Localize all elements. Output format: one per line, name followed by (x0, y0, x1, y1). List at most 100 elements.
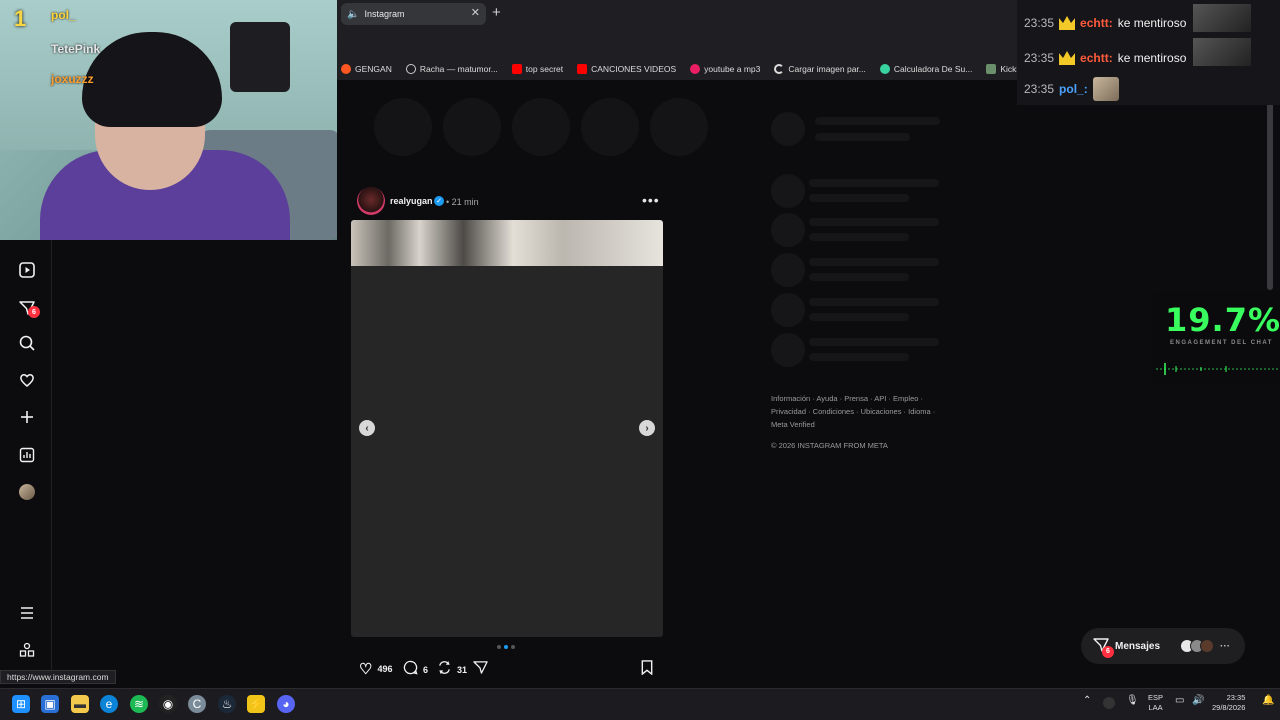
skeleton-line (815, 117, 940, 125)
engagement-waveform (1156, 363, 1278, 375)
more-options-icon[interactable]: ••• (642, 192, 660, 208)
microsoft-store-icon[interactable]: ▣ (41, 695, 59, 713)
repost-action[interactable]: 31 (437, 660, 467, 679)
more-avatars-icon: ··· (1220, 640, 1231, 652)
language-indicator[interactable]: ESP LAA (1148, 693, 1163, 713)
verified-badge-icon: ✓ (434, 196, 444, 206)
bookmark-top-secret[interactable]: top secret (511, 64, 563, 74)
reddit-icon (341, 64, 351, 74)
avatar (19, 484, 35, 500)
new-tab-icon[interactable]: + (492, 4, 501, 21)
skeleton-line (809, 258, 939, 266)
apps-icon[interactable] (17, 640, 37, 660)
bookmarks-bar: GENGAN Racha — matumor... top secret CAN… (337, 58, 1017, 80)
comment-count: 6 (423, 664, 429, 675)
bookmark-calculadora[interactable]: Calculadora De Su... (879, 64, 972, 74)
heart-icon[interactable]: ♡ (359, 660, 372, 678)
dashboard-icon[interactable] (17, 445, 37, 465)
edge-browser-icon[interactable]: e (100, 695, 118, 713)
show-hidden-icons[interactable]: ⌃ (1083, 695, 1091, 706)
webcam-chatter-2: TetePink (51, 42, 101, 56)
story-placeholder (581, 98, 639, 156)
story-placeholder (374, 98, 432, 156)
taskbar-clock[interactable]: 23:35 29/8/2026 (1212, 693, 1245, 713)
bookmark-cargar-imagen[interactable]: Cargar imagen par... (774, 64, 866, 74)
chat-rank-number: 1 (14, 6, 27, 31)
hanging-shirt (230, 22, 290, 92)
skeleton-line (809, 233, 909, 241)
app-icon[interactable]: C (188, 695, 206, 713)
skeleton-line (809, 273, 909, 281)
suggestion-placeholder (771, 333, 805, 367)
skeleton-line (809, 313, 909, 321)
comment-action[interactable]: 6 (403, 660, 428, 679)
skeleton-line (815, 133, 910, 141)
reels-icon[interactable] (17, 260, 37, 280)
suggestion-placeholder (771, 213, 805, 247)
engagement-widget: 19.7% ENGAGEMENT DEL CHAT (1153, 291, 1280, 383)
chat-message: 23:35 echtt: ke mentiroso (1024, 16, 1187, 30)
post-author-avatar[interactable] (357, 187, 385, 215)
repost-icon[interactable] (437, 660, 452, 679)
bookmark-kicklet[interactable]: Kicklet - Kick C... (986, 64, 1017, 74)
close-tab-icon[interactable]: ✕ (471, 6, 480, 19)
steam-icon[interactable]: ♨ (218, 695, 236, 713)
bookmark-icon[interactable] (640, 660, 654, 679)
heart-icon[interactable] (17, 370, 37, 390)
webcam-overlay: 1 pol_ TetePink joxuzzz (0, 0, 337, 240)
spotify-icon[interactable]: ≋ (130, 695, 148, 713)
like-action[interactable]: ♡ 496 (359, 660, 392, 678)
direct-messages-icon: 6 (1093, 637, 1114, 658)
profile-avatar[interactable] (17, 482, 37, 502)
instagram-footer-links[interactable]: Información · Ayuda · Prensa · API · Emp… (771, 392, 951, 431)
webcam-chatter-3: joxuzzz (51, 72, 94, 86)
bookmark-youtube-mp3[interactable]: youtube a mp3 (690, 64, 760, 74)
skeleton-line (809, 298, 939, 306)
tray-app-icon[interactable] (1103, 697, 1115, 709)
post-image-strip (351, 220, 663, 266)
story-placeholder (512, 98, 570, 156)
start-windows-icon[interactable]: ⊞ (12, 695, 30, 713)
browser-tab-instagram[interactable]: 🔈 Instagram ✕ (341, 3, 486, 25)
messages-button[interactable]: 6 Mensajes ··· (1081, 628, 1245, 664)
carousel-prev-button[interactable]: ‹ (359, 420, 375, 436)
save-action[interactable] (640, 660, 654, 679)
page-scrollbar[interactable] (1267, 100, 1273, 290)
bookmark-gengan[interactable]: GENGAN (341, 64, 392, 74)
create-plus-icon[interactable] (17, 407, 37, 427)
youtube-icon (511, 64, 522, 74)
microphone-icon[interactable]: 🎙 (1126, 695, 1139, 706)
crown-icon (1059, 51, 1076, 65)
refresh-icon (774, 64, 785, 74)
network-icon[interactable]: ▭ (1175, 695, 1184, 706)
status-bar-url: https://www.instagram.com (0, 670, 116, 684)
notifications-icon[interactable]: 🔔 (1262, 695, 1274, 706)
stream-chat-overlay: 23:35 echtt: ke mentiroso 23:35 echtt: k… (1017, 0, 1280, 105)
avatar (1200, 639, 1215, 653)
obs-icon[interactable]: ◉ (159, 695, 177, 713)
share-icon[interactable] (473, 660, 488, 679)
bookmark-racha[interactable]: Racha — matumor... (405, 64, 498, 74)
crown-icon (1059, 16, 1076, 30)
comment-icon[interactable] (403, 660, 418, 679)
bookmark-canciones[interactable]: CANCIONES VIDEOS (577, 64, 676, 74)
story-placeholder (650, 98, 708, 156)
file-explorer-icon[interactable]: ▬ (71, 695, 89, 713)
globe-icon (405, 64, 416, 74)
speaker-icon[interactable]: 🔈 (347, 9, 359, 20)
suggestion-placeholder (771, 174, 805, 208)
app-icon[interactable]: ⚡ (247, 695, 265, 713)
menu-icon[interactable] (17, 603, 37, 623)
emote-image (1092, 77, 1119, 101)
discord-icon[interactable]: ◕ (277, 695, 295, 713)
carousel-next-button[interactable]: › (639, 420, 655, 436)
messages-badge: 6 (1102, 645, 1114, 658)
post-media[interactable]: ‹ › (351, 220, 663, 637)
skeleton-line (809, 218, 939, 226)
volume-icon[interactable]: 🔊 (1192, 695, 1204, 706)
share-action[interactable] (473, 660, 488, 679)
download-icon (690, 64, 701, 74)
search-icon[interactable] (17, 333, 37, 353)
post-username[interactable]: realyugan (390, 196, 433, 206)
chat-video-thumbnail (1193, 4, 1251, 32)
